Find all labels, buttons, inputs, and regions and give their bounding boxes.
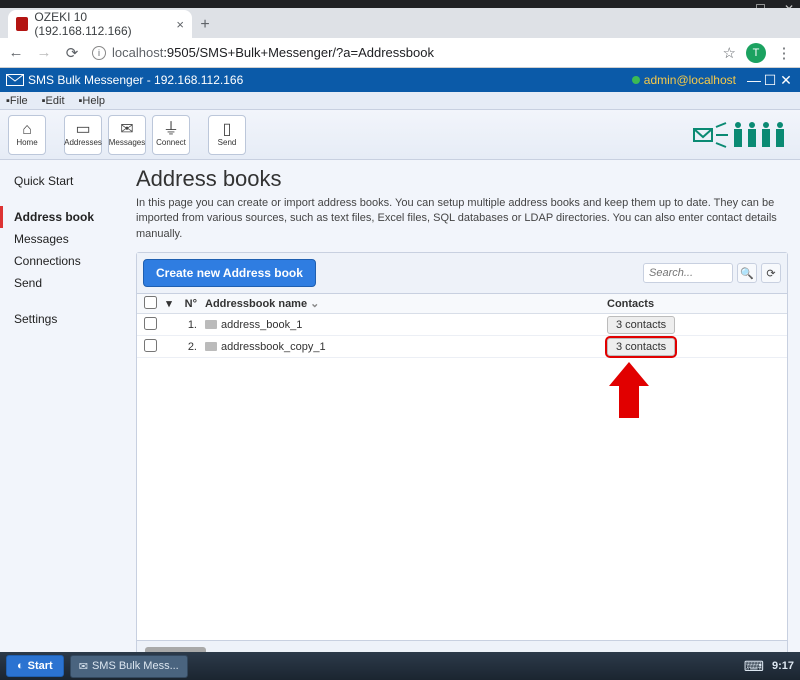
- sidebar-item-connections[interactable]: Connections: [0, 250, 136, 272]
- addressbook-panel: Create new Address book 🔍 ⟳ ▾ N° Address…: [136, 252, 788, 676]
- addressbook-icon: [205, 342, 217, 351]
- menu-help[interactable]: ▪Help: [79, 95, 106, 107]
- grid-header: ▾ N° Addressbook name ⌄ Contacts: [137, 294, 787, 314]
- tab-title: OZEKI 10 (192.168.112.166): [34, 10, 170, 38]
- plug-icon: ⏚: [163, 122, 179, 138]
- envelope-icon: [6, 74, 24, 86]
- select-all-checkbox[interactable]: [144, 296, 157, 309]
- browser-menu-button[interactable]: ⋮: [776, 44, 792, 62]
- row-checkbox[interactable]: [144, 339, 157, 352]
- search-button[interactable]: 🔍: [737, 263, 757, 283]
- panel-toolbar: Create new Address book 🔍 ⟳: [137, 253, 787, 294]
- contacts-button[interactable]: 3 contacts: [607, 338, 675, 356]
- main-panel: Address books In this page you can creat…: [136, 160, 800, 676]
- menu-bar: ▪File ▪Edit ▪Help: [0, 92, 800, 110]
- addressbook-icon: [205, 320, 217, 329]
- address-bar[interactable]: i localhost:9505/SMS+Bulk+Messenger/?a=A…: [92, 45, 711, 60]
- refresh-button[interactable]: ⟳: [761, 263, 781, 283]
- taskbar-clock: 9:17: [772, 660, 794, 672]
- sidebar: Quick Start Address book Messages Connec…: [0, 160, 136, 676]
- create-addressbook-button[interactable]: Create new Address book: [143, 259, 316, 287]
- contacts-button[interactable]: 3 contacts: [607, 316, 675, 334]
- toolbar-addresses-button[interactable]: ▭Addresses: [64, 115, 102, 155]
- url-text: localhost:9505/SMS+Bulk+Messenger/?a=Add…: [112, 45, 434, 60]
- status-dot-icon: [632, 76, 640, 84]
- menu-file[interactable]: ▪File: [6, 95, 28, 107]
- start-orb-icon: ◐: [17, 660, 24, 672]
- sidebar-item-settings[interactable]: Settings: [0, 308, 136, 330]
- browser-url-bar: ← → ⟳ i localhost:9505/SMS+Bulk+Messenge…: [0, 38, 800, 68]
- grid-body: 1. address_book_1 3 contacts 2. addressb…: [137, 314, 787, 640]
- app-maximize-button[interactable]: ☐: [762, 72, 778, 89]
- envelope-icon: ✉: [120, 122, 133, 138]
- col-header-num[interactable]: N°: [175, 298, 201, 310]
- app-minimize-button[interactable]: —: [746, 72, 762, 88]
- browser-tab[interactable]: OZEKI 10 (192.168.112.166) ×: [8, 10, 192, 38]
- toolbar-send-button[interactable]: ▯Send: [208, 115, 246, 155]
- content-area: Quick Start Address book Messages Connec…: [0, 160, 800, 676]
- sidebar-item-addressbook[interactable]: Address book: [0, 206, 136, 228]
- sidebar-item-quickstart[interactable]: Quick Start: [0, 170, 136, 192]
- page-description: In this page you can create or import ad…: [136, 196, 788, 242]
- table-row[interactable]: 2. addressbook_copy_1 3 contacts: [137, 336, 787, 358]
- new-tab-button[interactable]: +: [192, 12, 218, 38]
- home-icon: ⌂: [22, 122, 32, 138]
- search-input[interactable]: [643, 263, 733, 283]
- phone-icon: ▯: [223, 122, 232, 138]
- os-taskbar: ◐ Start ✉ SMS Bulk Mess... ⌨ 9:17: [0, 652, 800, 680]
- page-title: Address books: [136, 166, 788, 192]
- col-header-name[interactable]: Addressbook name: [205, 298, 307, 310]
- envelope-icon: ✉: [79, 660, 88, 673]
- taskbar-app-button[interactable]: ✉ SMS Bulk Mess...: [70, 655, 188, 678]
- site-info-icon[interactable]: i: [92, 46, 106, 60]
- table-row[interactable]: 1. address_book_1 3 contacts: [137, 314, 787, 336]
- toolbar-connect-button[interactable]: ⏚Connect: [152, 115, 190, 155]
- book-icon: ▭: [75, 122, 90, 138]
- start-button[interactable]: ◐ Start: [6, 655, 64, 677]
- back-button[interactable]: ←: [8, 44, 24, 61]
- reload-button[interactable]: ⟳: [64, 44, 80, 62]
- tab-close-button[interactable]: ×: [176, 17, 184, 32]
- sidebar-item-messages[interactable]: Messages: [0, 228, 136, 250]
- col-header-contacts[interactable]: Contacts: [607, 298, 787, 310]
- keyboard-icon[interactable]: ⌨: [744, 658, 764, 675]
- app-close-button[interactable]: ✕: [778, 72, 794, 89]
- menu-edit[interactable]: ▪Edit: [42, 95, 65, 107]
- app-title: SMS Bulk Messenger - 192.168.112.166: [28, 73, 243, 87]
- browser-tab-strip: OZEKI 10 (192.168.112.166) × +: [0, 8, 800, 38]
- toolbar-home-button[interactable]: ⌂Home: [8, 115, 46, 155]
- app-title-bar: SMS Bulk Messenger - 192.168.112.166 adm…: [0, 68, 800, 92]
- sidebar-item-send[interactable]: Send: [0, 272, 136, 294]
- forward-button[interactable]: →: [36, 44, 52, 61]
- bookmark-star-icon[interactable]: ☆: [723, 44, 736, 62]
- toolbar: ⌂Home ▭Addresses ✉Messages ⏚Connect ▯Sen…: [0, 110, 800, 160]
- toolbar-messages-button[interactable]: ✉Messages: [108, 115, 146, 155]
- row-checkbox[interactable]: [144, 317, 157, 330]
- annotation-arrow-icon: [609, 362, 649, 422]
- current-user[interactable]: admin@localhost: [644, 73, 736, 87]
- toolbar-brand-image: [692, 115, 792, 155]
- favicon-icon: [16, 17, 28, 31]
- profile-avatar[interactable]: T: [746, 43, 766, 63]
